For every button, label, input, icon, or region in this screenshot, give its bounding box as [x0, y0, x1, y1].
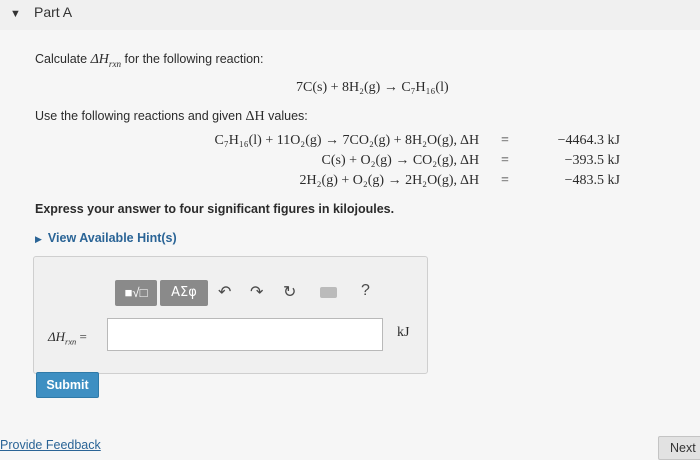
- use-text-post: values:: [264, 109, 308, 123]
- prompt-delta-h-symbol: ΔH: [90, 52, 109, 67]
- caret-right-icon: ▶: [35, 234, 42, 244]
- prompt-text-pre: Calculate: [35, 52, 91, 66]
- prompt-text-post: for the following reaction:: [121, 52, 264, 66]
- use-text-symbol: ΔH: [245, 109, 265, 124]
- provide-feedback-link[interactable]: Provide Feedback: [0, 438, 101, 452]
- answer-instruction: Express your answer to four significant …: [35, 202, 395, 216]
- next-button[interactable]: Next: [658, 436, 700, 460]
- answer-input[interactable]: [107, 318, 383, 351]
- view-hints-toggle[interactable]: ▶ View Available Hint(s): [35, 231, 177, 245]
- redo-icon[interactable]: ↷: [250, 282, 263, 302]
- reaction-equals: =: [501, 133, 509, 148]
- reaction-equation: 2H₂(g) + O₂(g) → 2H₂O(g),: [299, 173, 457, 188]
- reaction-dh-value: −483.5 kJ: [564, 173, 620, 188]
- given-reactions: C₇H₁₆(l) + 11O₂(g) → 7CO₂(g) + 8H₂O(g), …: [160, 133, 620, 193]
- prompt-delta-h: ΔHrxn: [90, 52, 122, 69]
- part-header[interactable]: ▼ Part A: [0, 0, 700, 30]
- answer-unit: kJ: [397, 325, 410, 340]
- answer-label-sub: rxn: [65, 336, 77, 347]
- reaction-equation: C₇H₁₆(l) + 11O₂(g) → 7CO₂(g) + 8H₂O(g),: [214, 133, 457, 148]
- reaction-row: C(s) + O₂(g) → CO₂(g), ΔH = −393.5 kJ: [160, 153, 620, 173]
- submit-button[interactable]: Submit: [36, 372, 99, 398]
- target-reaction: 7C(s) + 8H₂(g) → C₇H₁₆(l): [296, 80, 449, 95]
- reaction-dh-value: −393.5 kJ: [564, 153, 620, 168]
- reset-icon[interactable]: ↻: [283, 282, 296, 302]
- use-text-pre: Use the following reactions and given: [35, 109, 246, 123]
- reaction-dh-label: ΔH: [460, 173, 480, 188]
- reaction-dh-label: ΔH: [460, 153, 480, 168]
- question-prompt: Calculate ΔHrxn for the following reacti…: [35, 52, 264, 69]
- reaction-row: 2H₂(g) + O₂(g) → 2H₂O(g), ΔH = −483.5 kJ: [160, 173, 620, 193]
- prompt-delta-h-sub: rxn: [108, 58, 122, 69]
- undo-icon[interactable]: ↶: [218, 282, 231, 302]
- reaction-equals: =: [501, 173, 509, 188]
- help-icon[interactable]: ?: [361, 282, 370, 300]
- templates-button[interactable]: ■√□: [115, 280, 157, 306]
- answer-panel: ■√□ ΑΣφ ↶ ↷ ↻ ? ΔHrxn = kJ: [33, 256, 428, 374]
- part-title: Part A: [34, 4, 73, 20]
- reaction-equation: C(s) + O₂(g) → CO₂(g),: [321, 153, 457, 168]
- keyboard-icon[interactable]: [320, 287, 337, 298]
- answer-label: ΔHrxn =: [48, 329, 87, 347]
- reaction-dh-label: ΔH: [460, 133, 480, 148]
- answer-label-symbol: ΔH: [48, 329, 66, 344]
- reaction-row: C₇H₁₆(l) + 11O₂(g) → 7CO₂(g) + 8H₂O(g), …: [160, 133, 620, 153]
- reaction-dh-value: −4464.3 kJ: [557, 133, 620, 148]
- caret-down-icon[interactable]: ▼: [10, 8, 21, 20]
- question-content: Calculate ΔHrxn for the following reacti…: [0, 30, 700, 460]
- view-hints-label[interactable]: View Available Hint(s): [48, 231, 177, 245]
- answer-label-equals: =: [76, 329, 87, 344]
- use-reactions-text: Use the following reactions and given ΔH…: [35, 109, 308, 125]
- reaction-equals: =: [501, 153, 509, 168]
- greek-symbols-button[interactable]: ΑΣφ: [160, 280, 208, 306]
